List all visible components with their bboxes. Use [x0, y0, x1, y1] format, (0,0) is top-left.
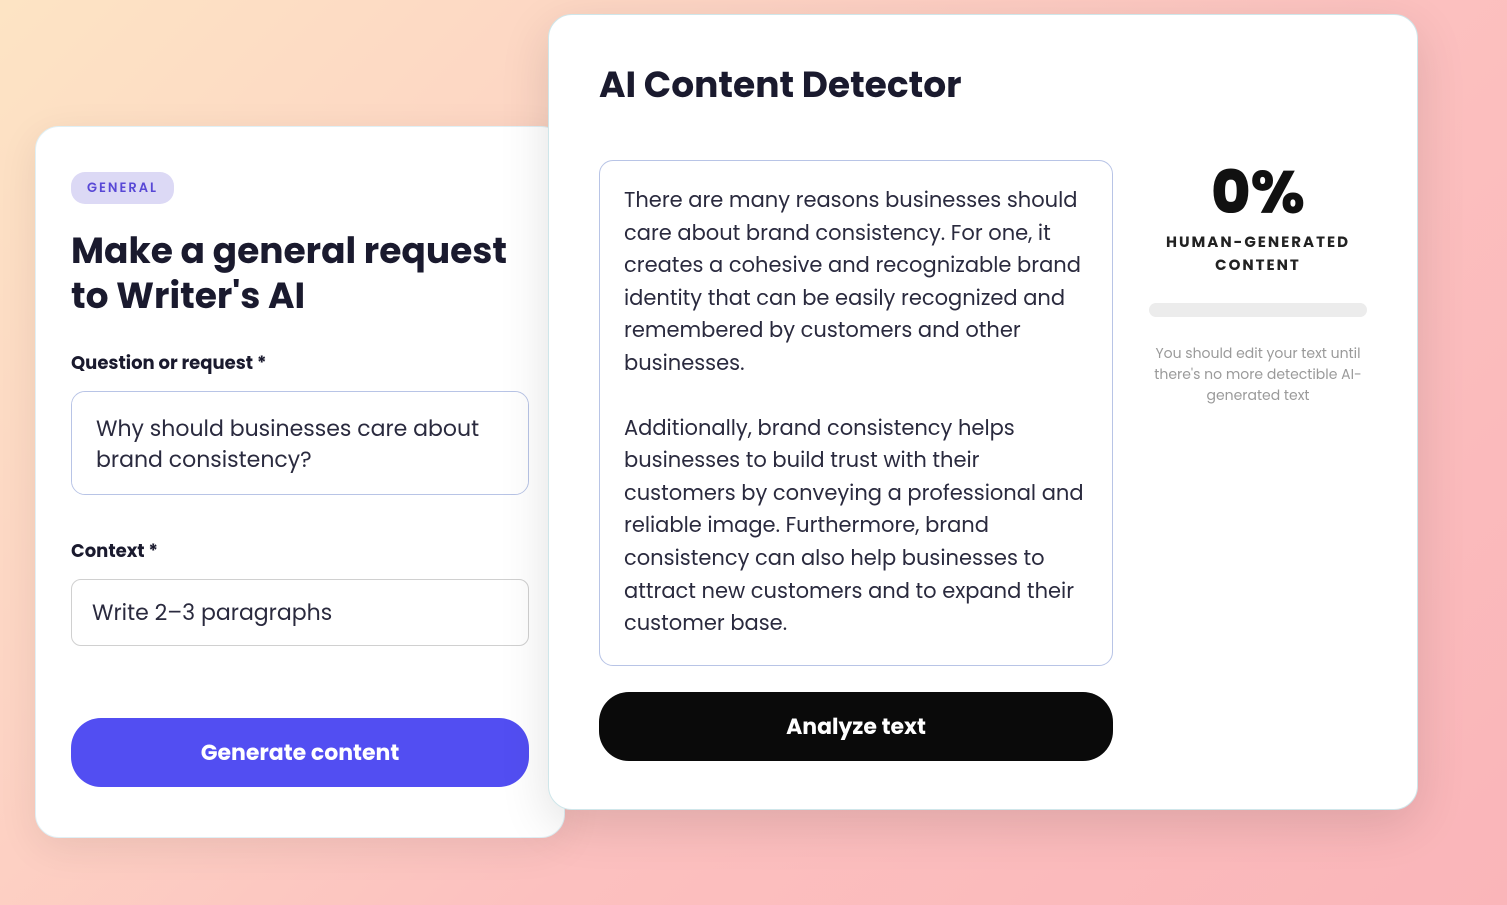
analyze-text-button[interactable]: Analyze text: [599, 692, 1113, 761]
context-label: Context *: [71, 538, 529, 565]
context-input[interactable]: [71, 579, 529, 646]
category-badge: GENERAL: [71, 172, 174, 204]
score-percentage: 0%: [1149, 162, 1367, 222]
content-column: There are many reasons businesses should…: [599, 160, 1113, 761]
score-column: 0% HUMAN-GENERATED CONTENT You should ed…: [1149, 160, 1367, 761]
general-request-card: GENERAL Make a general request to Writer…: [35, 126, 565, 838]
score-progress-bar: [1149, 303, 1367, 317]
edit-hint-text: You should edit your text until there's …: [1149, 343, 1367, 406]
card-title: Make a general request to Writer's AI: [71, 228, 529, 318]
generate-content-button[interactable]: Generate content: [71, 718, 529, 787]
question-label: Question or request *: [71, 350, 529, 377]
question-input[interactable]: Why should businesses care about brand c…: [71, 391, 529, 495]
score-label: HUMAN-GENERATED CONTENT: [1149, 232, 1367, 277]
detector-title: AI Content Detector: [599, 57, 1367, 112]
content-text-box[interactable]: There are many reasons businesses should…: [599, 160, 1113, 666]
ai-detector-card: AI Content Detector There are many reaso…: [548, 14, 1418, 810]
detector-body: There are many reasons businesses should…: [599, 160, 1367, 761]
